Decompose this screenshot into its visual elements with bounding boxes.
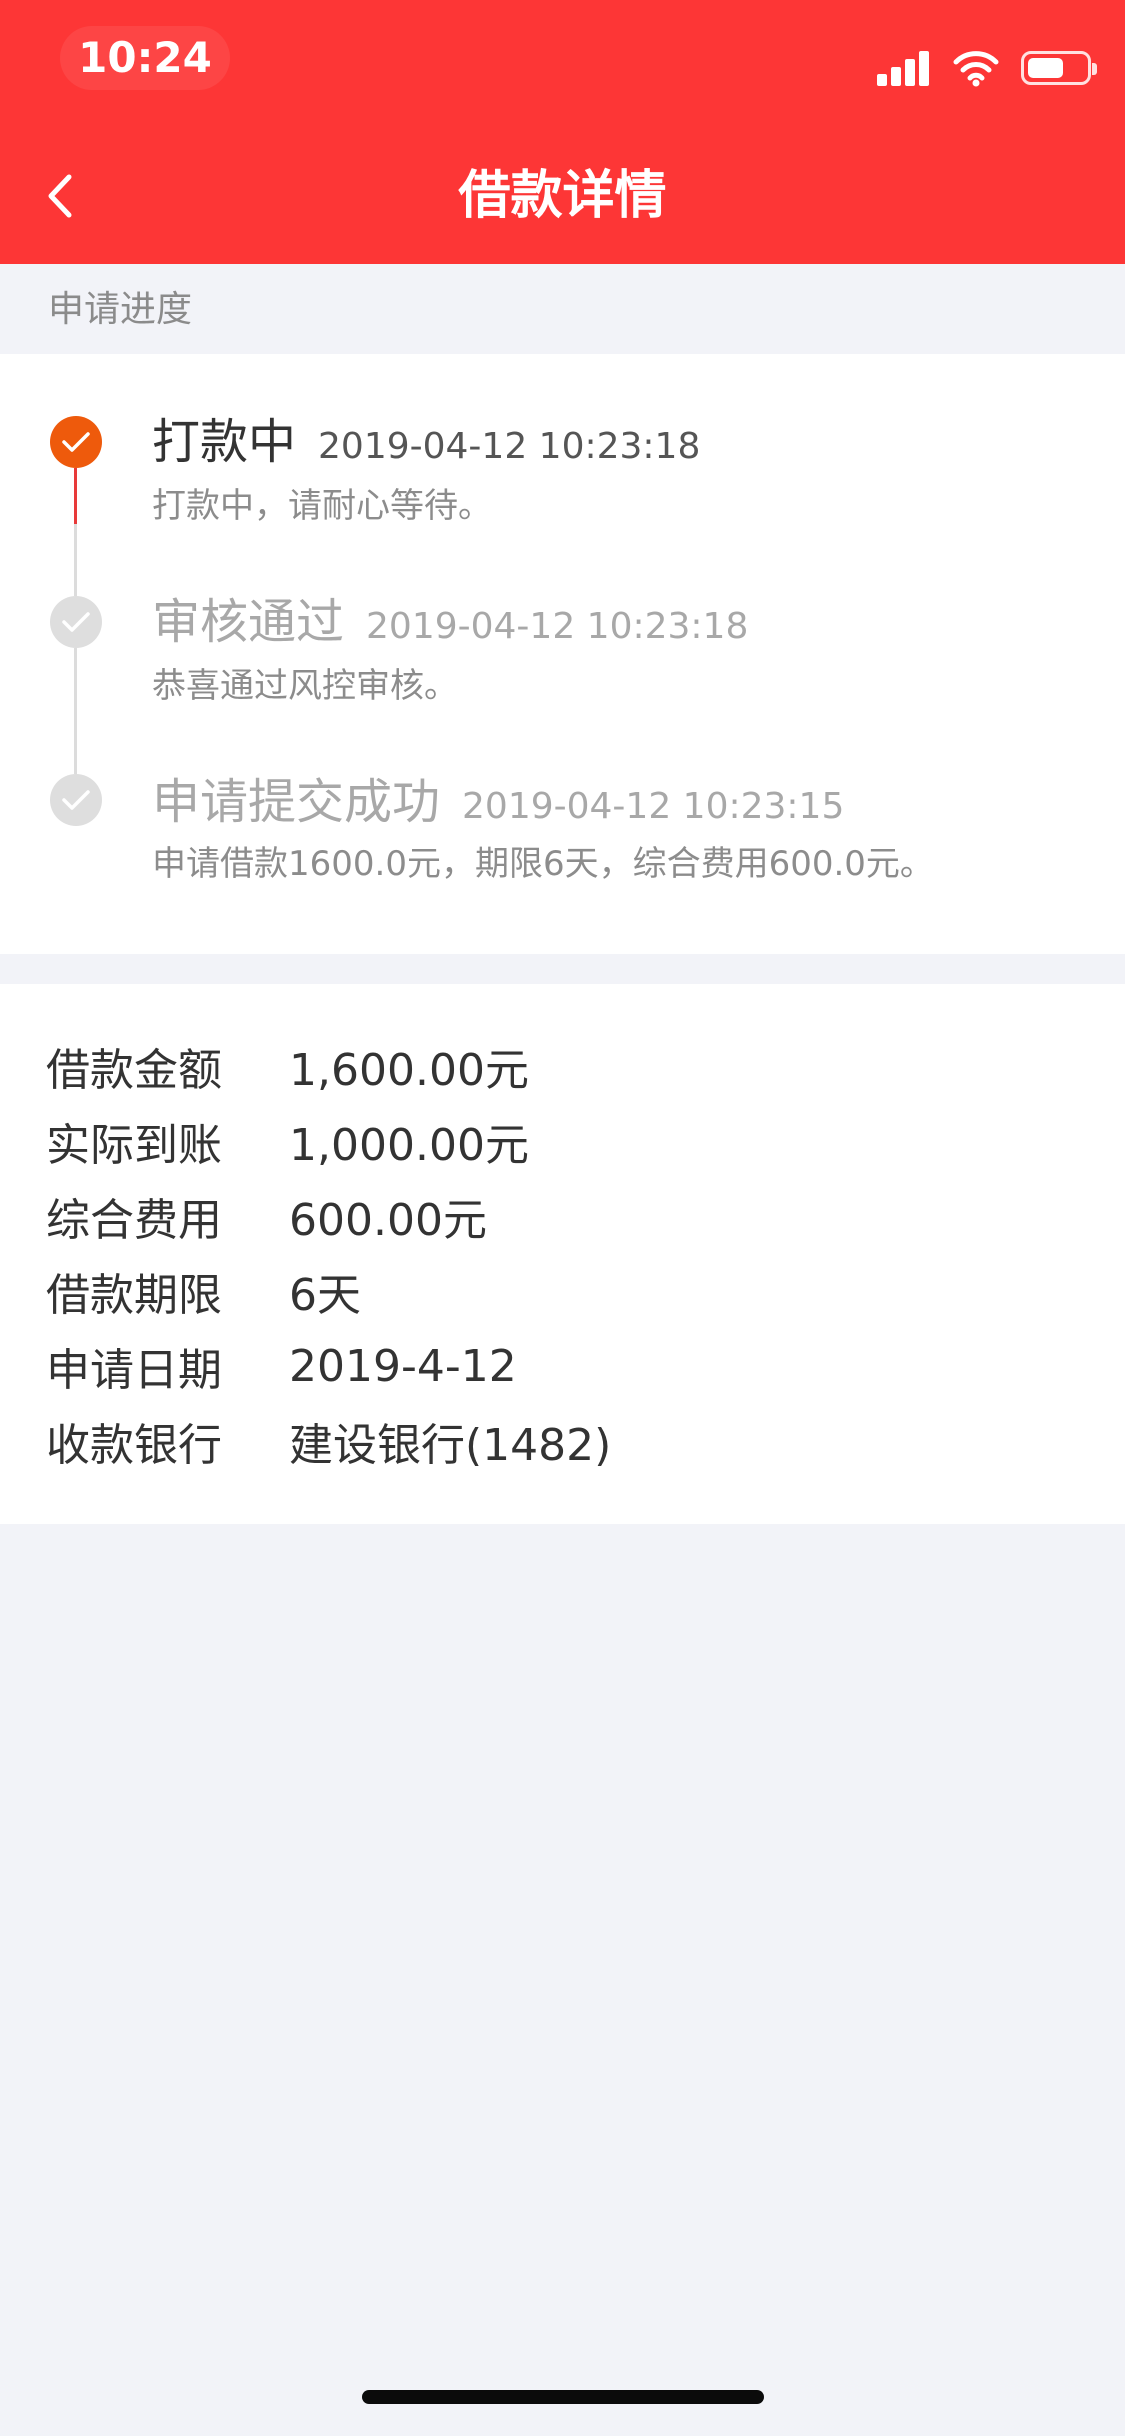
step-description: 打款中，请耐心等待。 <box>152 486 492 526</box>
loan-detail-screen: 10:24 借款详情 申请进度 打款中 2019-04-12 10:23:18 … <box>0 0 1125 2436</box>
step-title: 申请提交成功 <box>152 774 441 830</box>
step-title: 审核通过 <box>152 594 345 650</box>
step-time: 2019-04-12 10:23:18 <box>366 606 749 647</box>
detail-label: 借款金额 <box>46 1045 222 1096</box>
status-time: 10:24 <box>60 26 230 90</box>
detail-label: 实际到账 <box>46 1120 222 1171</box>
progress-section-label: 申请进度 <box>48 289 193 330</box>
header: 10:24 借款详情 <box>0 0 1125 264</box>
progress-timeline: 打款中 2019-04-12 10:23:18 打款中，请耐心等待。 审核通过 20… <box>0 354 1125 954</box>
detail-row-apply-date: 申请日期 2019-4-12 <box>46 1334 517 1398</box>
detail-row-total-fee: 综合费用 600.00元 <box>46 1184 487 1248</box>
check-icon <box>62 790 90 810</box>
detail-label: 收款银行 <box>46 1420 222 1471</box>
detail-value: 1,600.00元 <box>289 1045 529 1096</box>
step-title-row: 审核通过 2019-04-12 10:23:18 <box>152 590 748 665</box>
home-indicator[interactable] <box>362 2390 764 2404</box>
detail-value: 600.00元 <box>289 1195 487 1246</box>
detail-row-loan-amount: 借款金额 1,600.00元 <box>46 1034 529 1098</box>
step-title: 打款中 <box>152 414 297 470</box>
detail-label: 申请日期 <box>46 1345 222 1396</box>
status-icons <box>877 40 1097 96</box>
detail-value: 2019-4-12 <box>289 1340 517 1392</box>
check-icon <box>62 612 90 632</box>
step-description: 申请借款1600.0元，期限6天，综合费用600.0元。 <box>152 844 934 884</box>
loan-detail-list: 借款金额 1,600.00元 实际到账 1,000.00元 综合费用 600.0… <box>0 984 1125 1524</box>
detail-label: 借款期限 <box>46 1270 222 1321</box>
step-time: 2019-04-12 10:23:18 <box>318 426 701 467</box>
battery-icon <box>1021 51 1097 85</box>
detail-label: 综合费用 <box>46 1195 222 1246</box>
page-title: 借款详情 <box>458 166 667 226</box>
detail-value: 建设银行(1482) <box>289 1420 612 1471</box>
step-status-dot <box>50 596 102 648</box>
step-title-row: 申请提交成功 2019-04-12 10:23:15 <box>152 770 844 845</box>
step-status-dot <box>50 774 102 826</box>
step-description: 恭喜通过风控审核。 <box>152 666 458 706</box>
detail-value: 1,000.00元 <box>289 1120 529 1171</box>
detail-value: 6天 <box>289 1270 361 1321</box>
signal-icon <box>877 50 931 86</box>
detail-row-actual-received: 实际到账 1,000.00元 <box>46 1109 529 1173</box>
check-icon <box>62 432 90 452</box>
timeline-connector <box>74 648 77 774</box>
battery-level <box>1028 58 1063 78</box>
step-status-dot-active <box>50 416 102 468</box>
wifi-icon <box>953 51 999 87</box>
step-title-row: 打款中 2019-04-12 10:23:18 <box>152 410 700 485</box>
timeline-connector <box>74 524 77 596</box>
step-time: 2019-04-12 10:23:15 <box>462 786 845 827</box>
timeline-connector-active <box>74 468 77 524</box>
detail-row-loan-term: 借款期限 6天 <box>46 1259 361 1323</box>
detail-row-receiving-bank: 收款银行 建设银行(1482) <box>46 1409 611 1473</box>
